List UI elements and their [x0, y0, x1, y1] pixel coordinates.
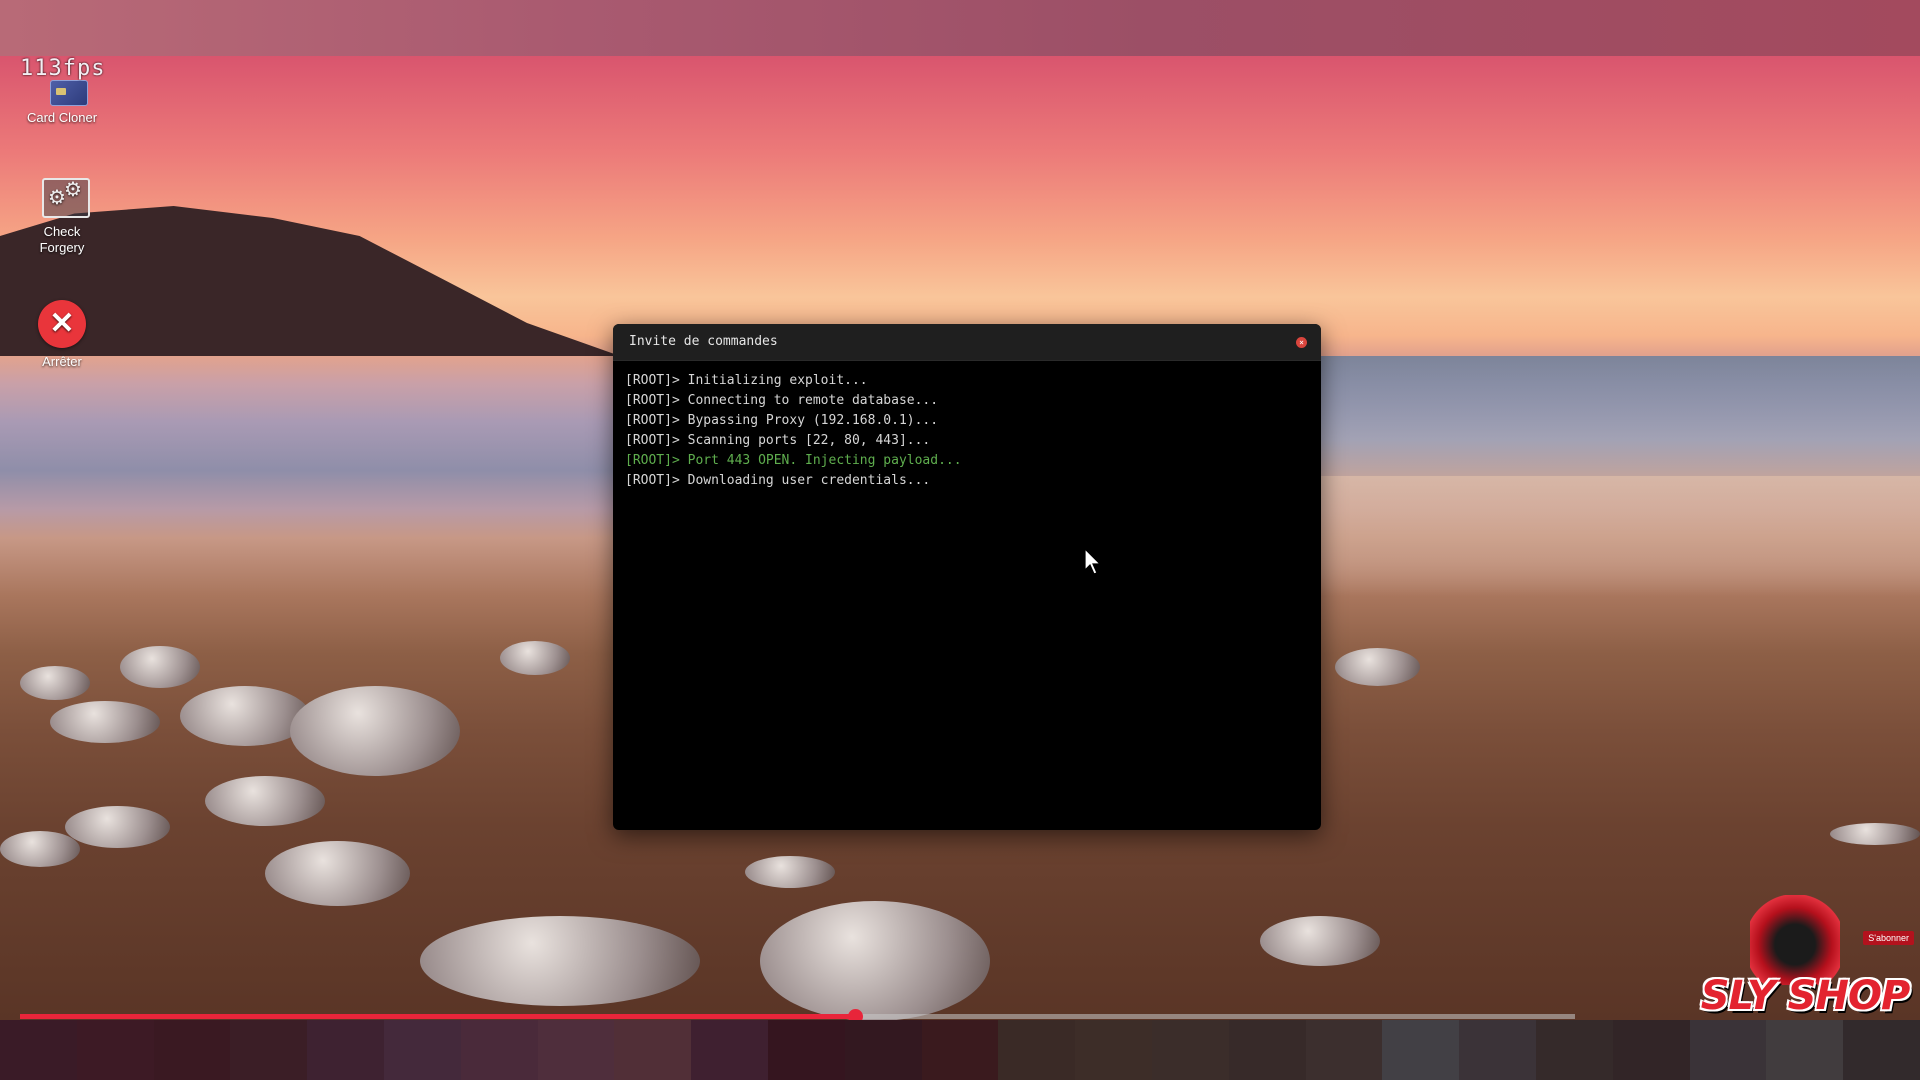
bottom-strip-block [0, 1020, 77, 1080]
wallpaper-rock [1260, 916, 1380, 966]
wallpaper-rock [420, 916, 700, 1006]
wallpaper-rock [65, 806, 170, 848]
wallpaper-rock [1335, 648, 1420, 686]
terminal-line: [ROOT]> Initializing exploit... [625, 371, 1309, 391]
terminal-prompt: [ROOT]> [625, 393, 688, 408]
video-progress-bar[interactable] [20, 1009, 1575, 1024]
terminal-line: [ROOT]> Port 443 OPEN. Injecting payload… [625, 451, 1309, 471]
bottom-strip-block [460, 1020, 538, 1080]
bottom-strip-block [1535, 1020, 1613, 1080]
terminal-line: [ROOT]> Bypassing Proxy (192.168.0.1)... [625, 411, 1309, 431]
subscribe-badge: S'abonner [1863, 931, 1914, 945]
desktop-icon-check-forgery[interactable]: ⚙ ⚙ Check Forgery [7, 178, 117, 256]
terminal-text: Port 443 OPEN. Injecting payload... [687, 453, 962, 468]
channel-logo: S'abonner SLY SHOP [1690, 895, 1920, 1020]
hooded-figure-icon [1750, 895, 1840, 985]
bottom-strip-block [614, 1020, 692, 1080]
desktop-icon-stop[interactable]: ✕ Arrêter [7, 300, 117, 370]
terminal-prompt: [ROOT]> [625, 433, 688, 448]
bottom-strip-block [153, 1020, 231, 1080]
bottom-strip-block [921, 1020, 999, 1080]
terminal-prompt: [ROOT]> [625, 373, 688, 388]
terminal-text: Initializing exploit... [687, 373, 868, 388]
wallpaper-rock [0, 831, 80, 867]
close-icon: ✕ [38, 300, 86, 348]
wallpaper-rock [205, 776, 325, 826]
bottom-strip-block [1612, 1020, 1690, 1080]
window-title: Invite de commandes [629, 334, 778, 349]
wallpaper-rock [500, 641, 570, 675]
wallpaper-sea [1320, 356, 1920, 476]
bottom-strip-block [1459, 1020, 1536, 1080]
desktop-icon-label: Arrêter [42, 354, 82, 369]
bottom-strip-block [1305, 1020, 1383, 1080]
wallpaper-rock [745, 856, 835, 888]
bottom-strip-block [76, 1020, 154, 1080]
video-bottom-bar [0, 1020, 1920, 1080]
desktop-icon-label: Check Forgery [39, 224, 85, 255]
command-prompt-window[interactable]: Invite de commandes × [ROOT]> Initializi… [613, 324, 1321, 830]
window-titlebar[interactable]: Invite de commandes × [613, 324, 1321, 361]
logo-text: SLY SHOP [1700, 973, 1911, 1019]
wallpaper-rock [50, 701, 160, 743]
bottom-strip-block [1843, 1020, 1920, 1080]
bottom-strip-block [767, 1020, 845, 1080]
terminal-line: [ROOT]> Connecting to remote database... [625, 391, 1309, 411]
wallpaper-rock [265, 841, 410, 906]
terminal-text: Bypassing Proxy (192.168.0.1)... [687, 413, 939, 428]
terminal-line: [ROOT]> Scanning ports [22, 80, 443]... [625, 431, 1309, 451]
terminal-output[interactable]: [ROOT]> Initializing exploit... [ROOT]> C… [613, 361, 1321, 501]
bottom-strip-block [1075, 1020, 1152, 1080]
bottom-strip-block [998, 1020, 1076, 1080]
bottom-strip-block [1382, 1020, 1460, 1080]
desktop-icon-label: Card Cloner [26, 110, 98, 125]
wallpaper-rock [20, 666, 90, 700]
close-button[interactable]: × [1296, 337, 1307, 348]
wallpaper-rock [120, 646, 200, 688]
video-progress-fill [20, 1014, 856, 1019]
bottom-strip-block [537, 1020, 615, 1080]
wallpaper-rock [760, 901, 990, 1020]
terminal-text: Scanning ports [22, 80, 443]... [687, 433, 931, 448]
terminal-prompt: [ROOT]> [625, 473, 688, 488]
bottom-strip-block [1228, 1020, 1306, 1080]
video-top-bar [0, 0, 1920, 56]
bottom-strip-block [1151, 1020, 1229, 1080]
bottom-strip-block [844, 1020, 922, 1080]
bottom-strip-block [307, 1020, 384, 1080]
wallpaper-shore [1320, 476, 1920, 596]
terminal-line: [ROOT]> Downloading user credentials... [625, 471, 1309, 491]
gears-icon: ⚙ ⚙ [38, 178, 90, 218]
fps-counter: 113fps [20, 56, 106, 81]
terminal-text: Connecting to remote database... [687, 393, 939, 408]
wallpaper-rock [1830, 823, 1920, 845]
bottom-strip-block [691, 1020, 768, 1080]
bottom-strip-block [1766, 1020, 1844, 1080]
bottom-strip-block [1689, 1020, 1767, 1080]
terminal-text: Downloading user credentials... [687, 473, 931, 488]
bottom-strip-block [383, 1020, 461, 1080]
bottom-strip-block [230, 1020, 308, 1080]
terminal-prompt: [ROOT]> [625, 453, 688, 468]
wallpaper-rock [290, 686, 460, 776]
terminal-prompt: [ROOT]> [625, 413, 688, 428]
